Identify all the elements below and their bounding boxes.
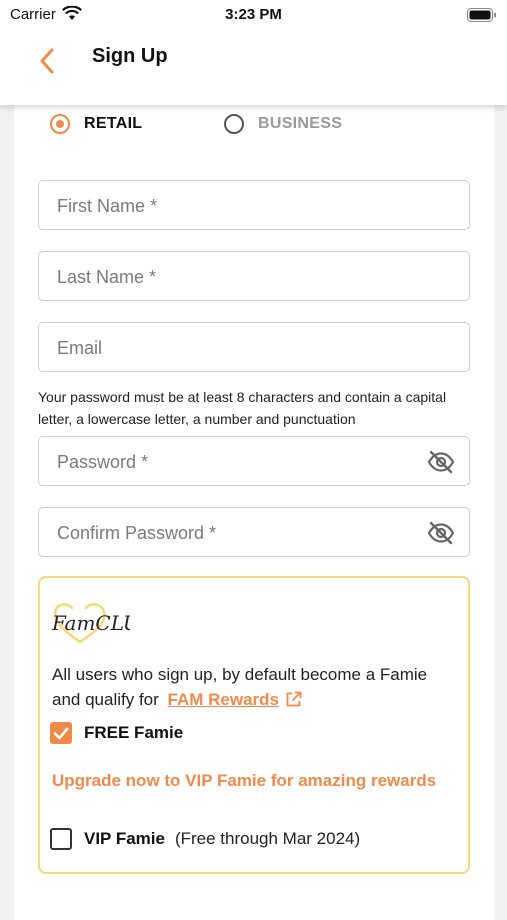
- password-input[interactable]: [55, 437, 419, 487]
- radio-retail[interactable]: RETAIL: [50, 114, 142, 134]
- clock-time: 3:23 PM: [225, 6, 282, 23]
- free-famie-checkbox[interactable]: FREE Famie: [50, 722, 183, 744]
- radio-selected-icon: [50, 114, 70, 134]
- nav-bar: Sign Up: [0, 30, 507, 105]
- famclub-logo: FamCLUB: [50, 602, 154, 651]
- radio-business-label: BUSINESS: [258, 115, 343, 132]
- back-button[interactable]: [36, 46, 60, 76]
- last-name-input[interactable]: [55, 252, 419, 302]
- upgrade-promo-text: Upgrade now to VIP Famie for amazing rew…: [52, 771, 437, 790]
- status-bar: Carrier 3:23 PM: [0, 0, 507, 30]
- eye-off-icon[interactable]: [427, 449, 455, 475]
- famclub-logo-text: FamCLUB: [51, 611, 130, 635]
- first-name-input[interactable]: [55, 181, 419, 231]
- email-input[interactable]: [55, 323, 419, 373]
- confirm-password-input[interactable]: [55, 508, 419, 558]
- free-famie-label: FREE Famie: [84, 723, 184, 742]
- radio-business[interactable]: BUSINESS: [224, 114, 342, 134]
- first-name-field[interactable]: [38, 180, 470, 231]
- radio-retail-label: RETAIL: [84, 115, 143, 132]
- signup-form-card: RETAIL BUSINESS Your password must be at…: [14, 100, 494, 920]
- eye-off-icon[interactable]: [427, 520, 455, 546]
- last-name-field[interactable]: [38, 251, 470, 302]
- vip-famie-checkbox[interactable]: VIP Famie (Free through Mar 2024): [50, 828, 360, 850]
- account-type-selector: RETAIL BUSINESS: [14, 110, 494, 140]
- checkmark-icon: [50, 722, 72, 744]
- checkbox-empty-icon: [50, 828, 72, 850]
- vip-famie-label: VIP Famie: [84, 829, 165, 848]
- back-chevron-icon: [40, 48, 54, 74]
- password-field[interactable]: [38, 436, 470, 487]
- confirm-password-field[interactable]: [38, 507, 470, 558]
- password-hint: Your password must be at least 8 charact…: [38, 389, 447, 427]
- email-field[interactable]: [38, 322, 470, 373]
- famclub-intro: All users who sign up, by default become…: [52, 662, 452, 715]
- page-title: Sign Up: [92, 45, 168, 67]
- vip-famie-note: (Free through Mar 2024): [174, 829, 361, 848]
- battery-icon: [467, 8, 497, 27]
- fam-rewards-link[interactable]: FAM Rewards: [168, 690, 279, 709]
- famclub-box: FamCLUB All users who sign up, by defaul…: [38, 576, 470, 874]
- radio-unselected-icon: [224, 114, 244, 134]
- external-link-icon[interactable]: [285, 690, 302, 715]
